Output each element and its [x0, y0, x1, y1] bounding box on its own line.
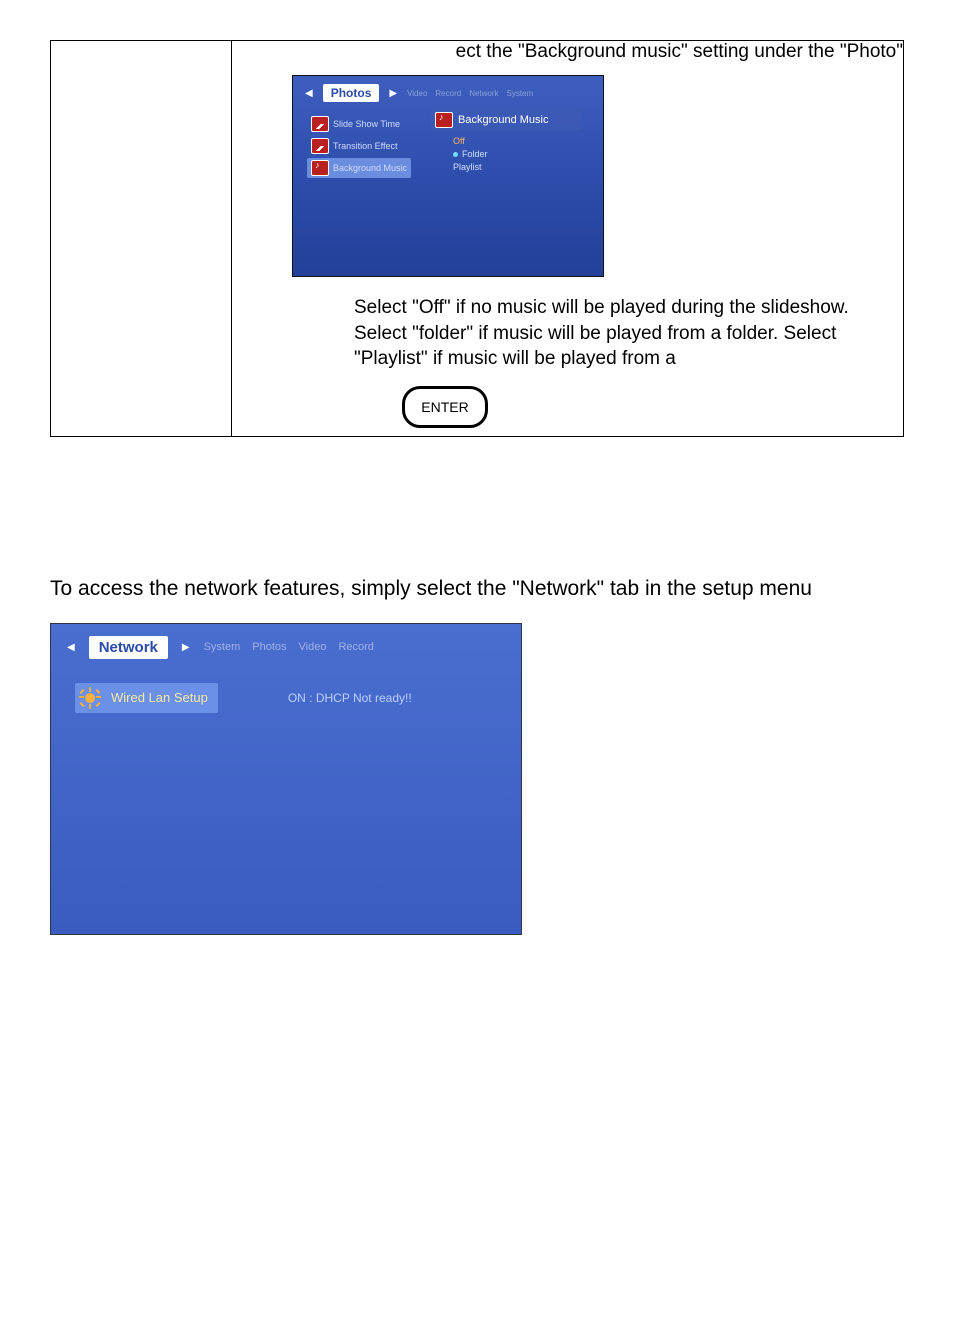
enter-button[interactable]: ENTER	[402, 386, 488, 428]
empty-left-cell	[51, 41, 232, 437]
tab-video[interactable]: Video	[299, 641, 327, 653]
bullet-icon	[453, 152, 458, 157]
background-music-panel: Background Music Off Folder	[431, 110, 581, 172]
photos-settings-screenshot: ◀ Photos ▶ Video Record Network System S…	[292, 75, 604, 277]
sidebar-item-background-music[interactable]: Background Music	[307, 158, 411, 178]
picture-icon	[311, 138, 329, 154]
tab-photos[interactable]: Photos	[323, 84, 380, 102]
sidebar-item-label: Slide Show Time	[333, 119, 400, 129]
network-intro-text: To access the network features, simply s…	[50, 577, 904, 601]
network-tabbar: ◀ Network ▶ System Photos Video Record	[51, 624, 521, 667]
tab-system[interactable]: System	[507, 89, 534, 98]
arrow-left-icon: ◀	[305, 88, 313, 99]
tab-video[interactable]: Video	[407, 89, 427, 98]
tab-record[interactable]: Record	[338, 641, 373, 653]
sidebar-item-label: Background Music	[333, 163, 407, 173]
tab-photos[interactable]: Photos	[252, 641, 286, 653]
tab-system[interactable]: System	[204, 641, 241, 653]
background-music-options: Off Folder Playlist	[453, 136, 581, 172]
option-off[interactable]: Off	[453, 136, 581, 146]
tab-network-active[interactable]: Network	[89, 636, 168, 659]
music-note-icon	[311, 160, 329, 176]
sidebar-item-slideshow-time[interactable]: Slide Show Time	[307, 114, 411, 134]
content-cell: ect the "Background music" setting under…	[232, 41, 904, 437]
instruction-table: ect the "Background music" setting under…	[50, 40, 904, 437]
arrow-left-icon: ◀	[67, 642, 75, 653]
wired-lan-label: Wired Lan Setup	[111, 690, 208, 705]
sidebar-item-label: Transition Effect	[333, 141, 398, 151]
arrow-right-icon: ▶	[182, 642, 190, 653]
option-folder[interactable]: Folder	[453, 149, 581, 159]
tab-network[interactable]: Network	[469, 89, 498, 98]
option-label: Folder	[462, 149, 488, 159]
photos-side-list: Slide Show Time Transition Effect Backgr…	[307, 114, 411, 178]
sun-icon	[79, 687, 101, 709]
arrow-right-icon: ▶	[389, 88, 397, 99]
picture-icon	[311, 116, 329, 132]
tab-record[interactable]: Record	[435, 89, 461, 98]
network-row: Wired Lan Setup ON : DHCP Not ready!!	[51, 667, 521, 729]
lead-text: ect the "Background music" setting under…	[232, 41, 909, 63]
network-settings-screenshot: ◀ Network ▶ System Photos Video Record W…	[50, 623, 522, 935]
dhcp-status: ON : DHCP Not ready!!	[288, 691, 412, 705]
panel-heading-label: Background Music	[458, 114, 549, 126]
photos-tabbar: ◀ Photos ▶ Video Record Network System	[293, 76, 603, 106]
sidebar-item-transition-effect[interactable]: Transition Effect	[307, 136, 411, 156]
option-label: Off	[453, 136, 465, 146]
music-note-icon	[435, 112, 453, 128]
panel-heading: Background Music	[431, 110, 581, 130]
option-playlist[interactable]: Playlist	[453, 162, 581, 172]
explain-text: Select "Off" if no music will be played …	[354, 295, 884, 372]
wired-lan-setup-item[interactable]: Wired Lan Setup	[75, 683, 218, 713]
option-label: Playlist	[453, 162, 482, 172]
enter-button-label: ENTER	[421, 399, 468, 415]
